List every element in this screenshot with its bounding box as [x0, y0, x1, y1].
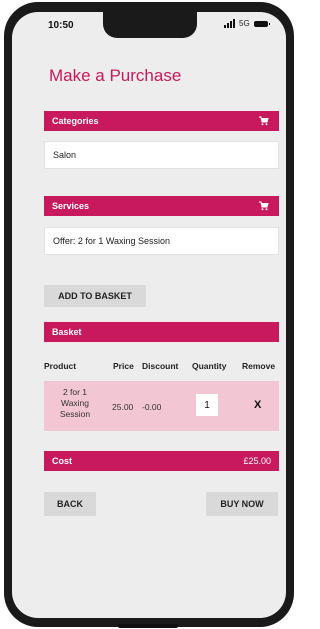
signal-icon — [224, 19, 235, 28]
buy-now-button[interactable]: BUY NOW — [206, 492, 278, 516]
categories-select[interactable]: Salon — [44, 141, 279, 169]
add-to-basket-button[interactable]: ADD TO BASKET — [44, 285, 146, 307]
basket-row: 2 for 1 Waxing Session 25.00 -0.00 1 X — [44, 381, 279, 431]
home-indicator — [118, 624, 178, 628]
cost-bar: Cost £25.00 — [44, 451, 279, 471]
product-name-line: 2 for 1 — [62, 387, 88, 397]
cost-label: Cost — [52, 456, 72, 466]
status-indicators: 5G — [224, 19, 270, 28]
categories-header: Categories — [44, 111, 279, 131]
battery-icon — [253, 20, 270, 27]
basket-header: Basket — [44, 322, 279, 342]
column-header-discount: Discount — [142, 361, 179, 371]
phone-notch — [103, 12, 197, 38]
categories-header-label: Categories — [52, 116, 99, 126]
product-name-line: Waxing — [60, 398, 90, 408]
basket-header-label: Basket — [52, 327, 82, 337]
services-select[interactable]: Offer: 2 for 1 Waxing Session — [44, 227, 279, 255]
back-button[interactable]: BACK — [44, 492, 96, 516]
column-header-quantity: Quantity — [192, 361, 227, 371]
product-price: 25.00 — [112, 402, 134, 412]
product-name-line: Session — [59, 409, 91, 419]
page-title: Make a Purchase — [49, 66, 182, 85]
product-discount: -0.00 — [142, 402, 162, 412]
status-time: 10:50 — [48, 20, 74, 31]
cost-value: £25.00 — [243, 456, 271, 466]
quantity-value: 1 — [204, 399, 210, 411]
network-label: 5G — [239, 19, 250, 28]
categories-value: Salon — [53, 150, 77, 160]
cart-icon[interactable] — [259, 201, 269, 211]
column-header-remove: Remove — [242, 361, 276, 371]
product-name: 2 for 1 Waxing Session — [52, 387, 98, 420]
quantity-input[interactable]: 1 — [196, 394, 218, 416]
column-header-price: Price — [113, 361, 134, 371]
services-value: Offer: 2 for 1 Waxing Session — [53, 236, 171, 246]
services-header-label: Services — [52, 201, 90, 211]
cart-icon[interactable] — [259, 116, 269, 126]
column-header-product: Product — [44, 361, 77, 371]
services-header: Services — [44, 196, 279, 216]
phone-screen — [12, 12, 286, 618]
remove-item-button[interactable]: X — [254, 399, 261, 411]
